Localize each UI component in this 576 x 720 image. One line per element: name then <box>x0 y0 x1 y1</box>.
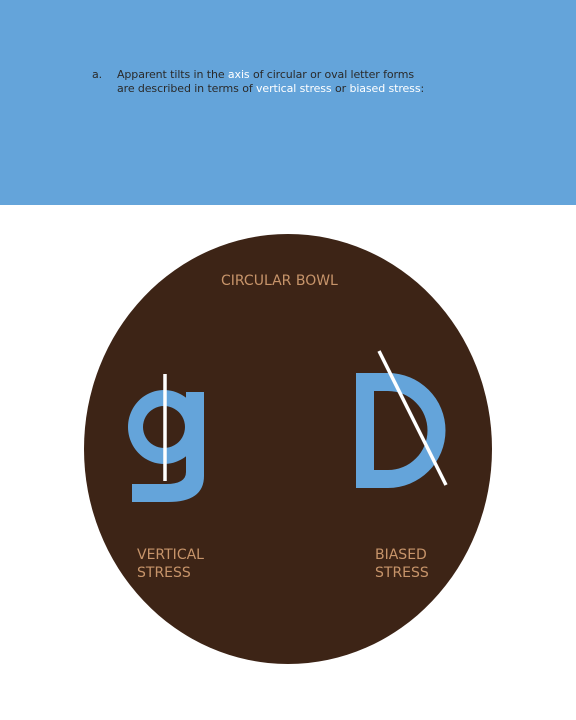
circular-bowl-label: CIRCULAR BOWL <box>221 273 338 289</box>
biased-stress-label-line-1: BIASED <box>375 547 427 563</box>
biased-stress-label: BIASED STRESS <box>375 546 429 582</box>
vertical-stress-label: VERTICAL STRESS <box>137 546 204 582</box>
vertical-stress-label-line-1: VERTICAL <box>137 547 204 563</box>
diagram-graphic <box>84 234 492 664</box>
biased-stress-label-line-2: STRESS <box>375 565 429 581</box>
vertical-stress-label-line-2: STRESS <box>137 565 191 581</box>
